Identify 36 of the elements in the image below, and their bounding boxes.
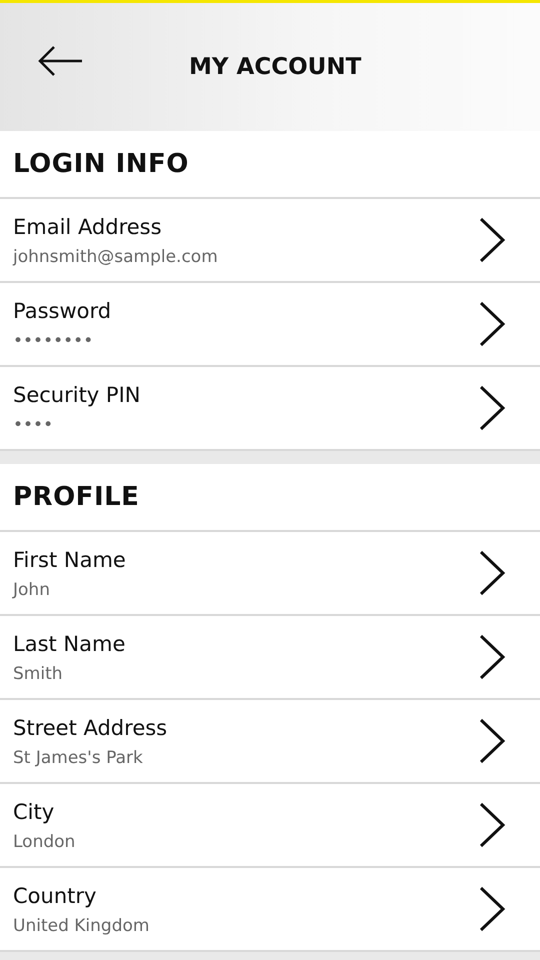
field-value: ••••••••	[13, 331, 94, 351]
field-label: Password	[13, 299, 112, 323]
chevron-right-icon	[478, 301, 506, 347]
field-value: Smith	[13, 664, 64, 684]
field-value: johnsmith@sample.com	[13, 247, 218, 267]
field-label: First Name	[13, 548, 126, 572]
chevron-right-icon	[478, 550, 506, 596]
field-label: Country	[13, 884, 98, 908]
chevron-right-icon	[478, 634, 506, 680]
chevron-right-icon	[478, 802, 506, 848]
account-row[interactable]: Email Address johnsmith@sample.com	[0, 199, 540, 283]
account-row[interactable]: First Name John	[0, 532, 540, 616]
field-value: London	[13, 832, 76, 852]
page-title: MY ACCOUNT	[189, 54, 362, 80]
account-row[interactable]: Last Name Smith	[0, 616, 540, 700]
chevron-right-icon	[478, 718, 506, 764]
field-label: Security PIN	[13, 383, 140, 407]
back-arrow-icon[interactable]	[36, 45, 84, 77]
field-value: St James's Park	[13, 748, 144, 768]
section-heading: PROFILE	[0, 464, 540, 532]
field-label: Street Address	[13, 716, 168, 740]
field-label: City	[13, 800, 56, 824]
field-value: John	[13, 580, 51, 600]
field-label: Last Name	[13, 632, 126, 656]
field-value: ••••	[13, 415, 54, 435]
account-row[interactable]: Security PIN ••••	[0, 367, 540, 451]
chevron-right-icon	[478, 385, 506, 431]
account-row[interactable]: Password ••••••••	[0, 283, 540, 367]
field-label: Email Address	[13, 215, 163, 239]
section-heading: LOGIN INFO	[0, 131, 540, 199]
account-row[interactable]: Street Address St James's Park	[0, 700, 540, 784]
chevron-right-icon	[478, 886, 506, 932]
account-row[interactable]: City London	[0, 784, 540, 868]
chevron-right-icon	[478, 217, 506, 263]
field-value: United Kingdom	[13, 916, 150, 936]
account-row[interactable]: Country United Kingdom	[0, 868, 540, 952]
